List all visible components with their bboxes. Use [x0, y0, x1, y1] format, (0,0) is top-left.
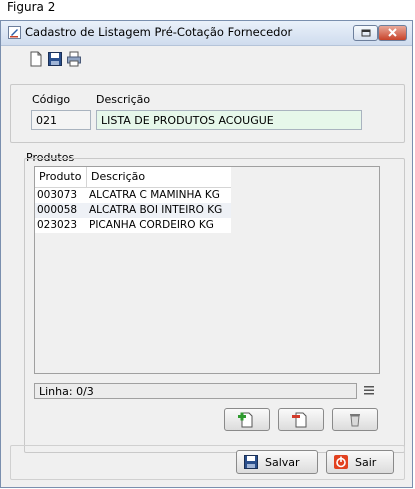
print-icon[interactable]	[66, 51, 82, 67]
code-field[interactable]: 021	[31, 110, 91, 130]
code-label: Código	[32, 93, 71, 106]
trash-icon	[350, 414, 360, 427]
save-disk-icon	[244, 455, 258, 469]
product-description-cell: ALCATRA BOI INTEIRO KG	[89, 204, 223, 216]
remove-page-icon	[292, 412, 307, 428]
new-document-icon[interactable]	[28, 51, 44, 67]
add-page-icon	[238, 412, 253, 428]
menu-lines-icon[interactable]	[363, 384, 375, 396]
column-header-produto[interactable]: Produto	[35, 167, 87, 187]
delete-product-button[interactable]	[332, 408, 378, 431]
dialog-window: Cadastro de Listagem Pré-Cotação Fornece…	[0, 20, 413, 488]
add-product-button[interactable]	[224, 408, 270, 431]
title-bar: Cadastro de Listagem Pré-Cotação Fornece…	[1, 21, 412, 46]
figure-caption: Figura 2	[7, 0, 56, 14]
exit-button-label: Sair	[355, 455, 377, 469]
app-icon	[8, 26, 21, 39]
product-code-cell: 023023	[37, 219, 78, 231]
table-row[interactable]: 023023 PICANHA CORDEIRO KG	[35, 218, 231, 233]
save-disk-icon[interactable]	[47, 51, 63, 67]
exit-button[interactable]: Sair	[326, 450, 394, 474]
close-button[interactable]	[378, 25, 407, 41]
table-row[interactable]: 003073 ALCATRA C MAMINHA KG	[35, 188, 231, 203]
remove-product-button[interactable]	[278, 408, 324, 431]
save-button-label: Salvar	[265, 455, 300, 469]
product-code-cell: 000058	[37, 204, 78, 216]
header-group: Código Descrição 021 LISTA DE PRODUTOS A…	[10, 84, 405, 143]
column-header-descricao[interactable]: Descrição	[87, 167, 231, 187]
description-field[interactable]: LISTA DE PRODUTOS ACOUGUE	[96, 110, 362, 130]
products-list[interactable]: Produto Descrição 003073 ALCATRA C MAMIN…	[34, 166, 380, 374]
products-list-header: Produto Descrição	[35, 167, 231, 188]
product-description-cell: PICANHA CORDEIRO KG	[89, 219, 214, 231]
close-icon	[388, 28, 397, 37]
status-bar: Linha: 0/3	[34, 383, 357, 399]
minimize-button[interactable]	[353, 25, 378, 41]
product-code-cell: 003073	[37, 189, 78, 201]
product-description-cell: ALCATRA C MAMINHA KG	[89, 189, 220, 201]
description-label: Descrição	[96, 93, 151, 106]
minimize-icon	[361, 29, 371, 37]
window-title: Cadastro de Listagem Pré-Cotação Fornece…	[25, 25, 293, 39]
save-button[interactable]: Salvar	[236, 450, 318, 474]
power-icon	[334, 455, 348, 469]
table-row[interactable]: 000058 ALCATRA BOI INTEIRO KG	[35, 203, 231, 218]
